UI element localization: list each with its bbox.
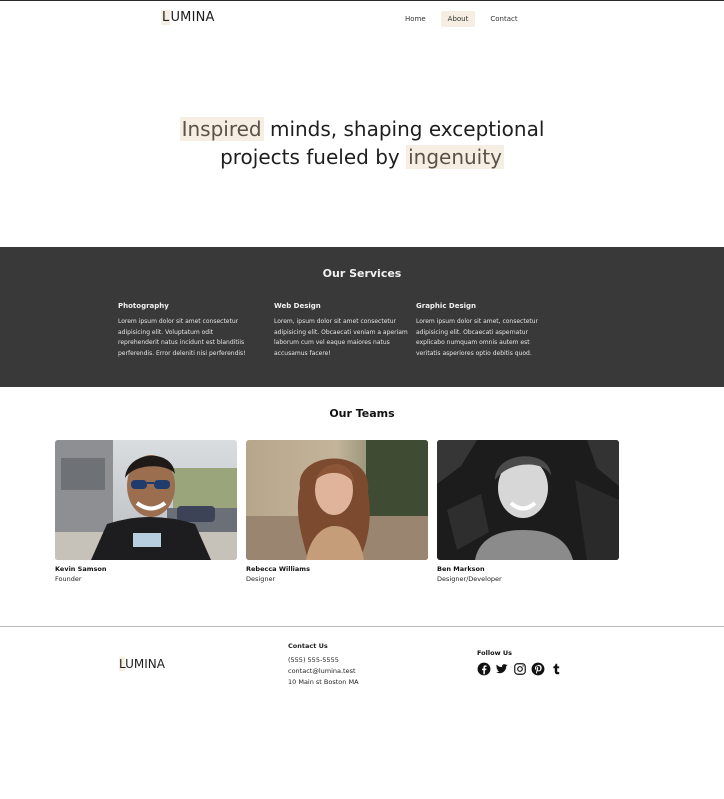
services-section: Our Services Photography Lorem ipsum dol… [0, 247, 724, 387]
twitter-icon[interactable] [495, 662, 509, 676]
contact-phone[interactable]: (555) 555-5555 [288, 655, 359, 666]
follow-block: Follow Us [477, 649, 563, 676]
contact-address: 10 Main st Boston MA [288, 678, 359, 686]
services-title: Our Services [322, 267, 402, 280]
member-name: Kevin Samson [55, 565, 107, 573]
service-graphic-design: Graphic Design Lorem ipsum dolor sit ame… [416, 302, 552, 359]
member-name: Rebecca Williams [246, 565, 310, 573]
nav-contact[interactable]: Contact [483, 11, 524, 27]
hero-line-2: projects fueled by ingenuity [0, 143, 724, 171]
team-card-ben: Ben Markson Designer/Developer [437, 440, 619, 583]
hero-line-1-text: minds, shaping exceptional [263, 117, 545, 141]
member-name: Ben Markson [437, 565, 485, 573]
member-role: Founder [55, 575, 82, 583]
nav-about[interactable]: About [440, 11, 476, 27]
pinterest-icon[interactable] [531, 662, 545, 676]
social-icons [477, 662, 563, 676]
logo[interactable]: LUMINA [161, 10, 215, 25]
logo-rest: UMINA [170, 10, 215, 25]
service-text: Lorem ipsum dolor sit amet, consectetur … [416, 318, 539, 357]
facebook-icon-svg [477, 662, 491, 676]
twitter-icon-svg [496, 664, 508, 674]
member-photo [437, 440, 619, 560]
photo-ben [437, 440, 619, 560]
page: LUMINA Home About Contact Inspired minds… [0, 0, 724, 799]
footer-logo-rest: UMINA [125, 657, 165, 671]
nav-home[interactable]: Home [398, 11, 433, 27]
hero: Inspired minds, shaping exceptional proj… [0, 115, 724, 171]
team-card-rebecca: Rebecca Williams Designer [246, 440, 428, 583]
footer-logo[interactable]: LUMINA [119, 657, 165, 671]
tumblr-icon-svg [553, 663, 560, 675]
member-role: Designer [246, 575, 276, 583]
hero-highlight-1: Inspired [179, 117, 264, 141]
photo-rebecca [246, 440, 428, 560]
teams-title: Our Teams [329, 407, 395, 420]
facebook-icon[interactable] [477, 662, 491, 676]
contact-email[interactable]: contact@lumina.test [288, 666, 359, 677]
service-title: Photography [118, 302, 169, 310]
contact-title: Contact Us [288, 642, 328, 650]
instagram-icon[interactable] [513, 662, 527, 676]
member-role: Designer/Developer [437, 575, 502, 583]
service-title: Web Design [274, 302, 321, 310]
photo-kevin [55, 440, 237, 560]
service-text: Lorem ipsum dolor sit amet consectetur a… [118, 318, 246, 357]
tumblr-icon[interactable] [549, 662, 563, 676]
service-web-design: Web Design Lorem, ipsum dolor sit amet c… [274, 302, 412, 359]
hero-line-1: Inspired minds, shaping exceptional [0, 115, 724, 143]
service-title: Graphic Design [416, 302, 477, 310]
footer-divider [0, 626, 724, 627]
instagram-icon-svg [514, 663, 526, 675]
member-photo [246, 440, 428, 560]
service-photography: Photography Lorem ipsum dolor sit amet c… [118, 302, 256, 359]
service-text: Lorem, ipsum dolor sit amet consectetur … [274, 318, 408, 357]
hero-highlight-2: ingenuity [406, 145, 504, 169]
team-card-kevin: Kevin Samson Founder [55, 440, 237, 583]
pinterest-icon-svg [531, 662, 545, 676]
hero-line-2-text: projects fueled by [220, 145, 407, 169]
follow-title: Follow Us [477, 649, 512, 657]
member-photo [55, 440, 237, 560]
site-header: LUMINA Home About Contact [0, 1, 724, 35]
contact-block: Contact Us (555) 555-5555 contact@lumina… [288, 641, 359, 688]
top-nav: Home About Contact [398, 11, 525, 27]
